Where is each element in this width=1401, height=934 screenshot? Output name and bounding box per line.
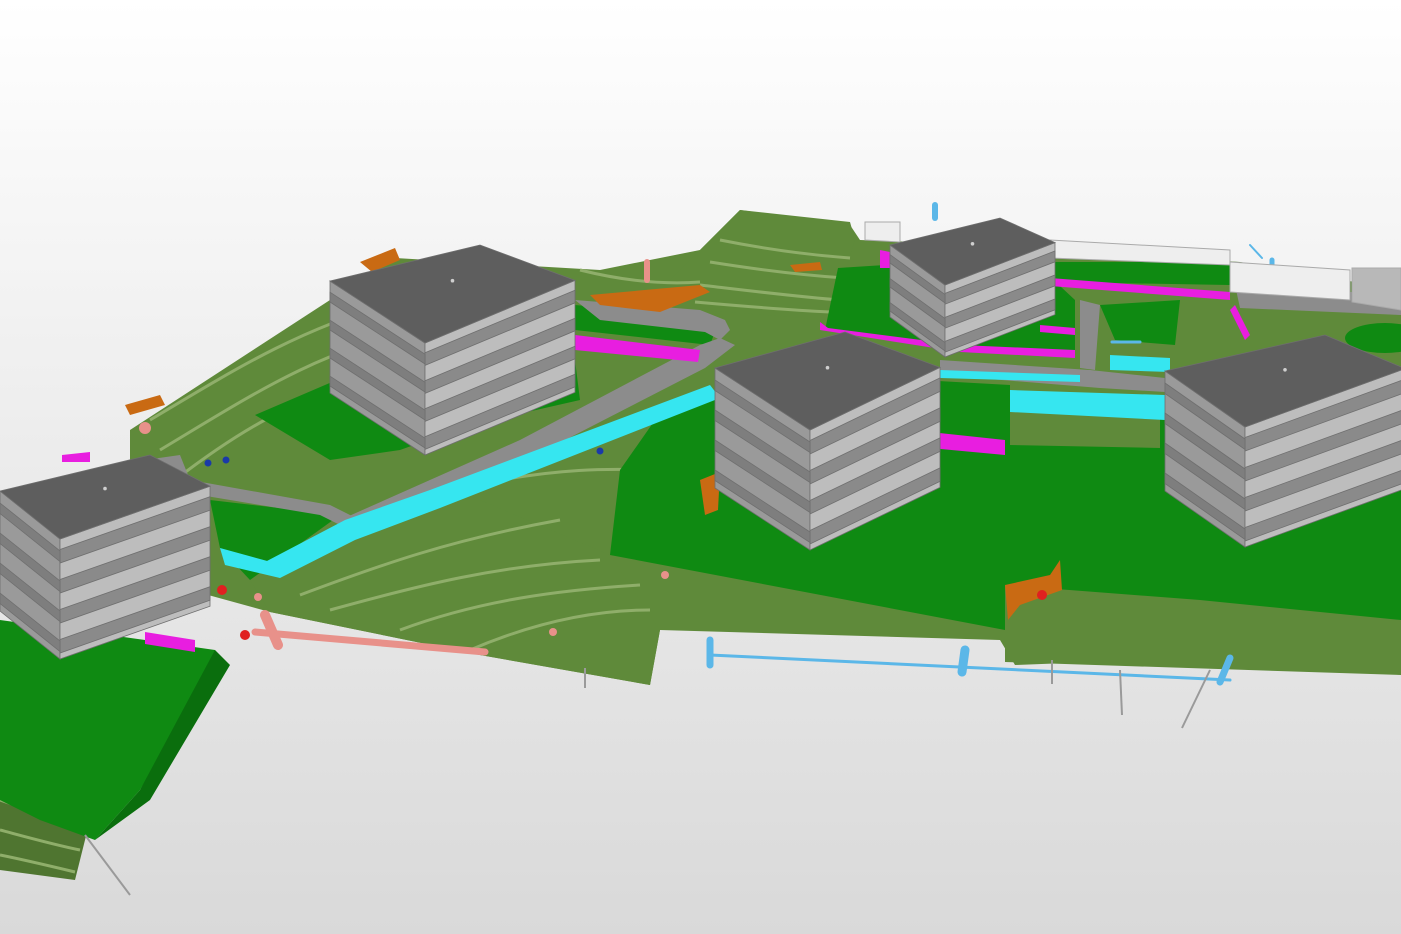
wall-north-court-side [880, 250, 890, 268]
boundary-wall-north [864, 221, 901, 243]
survey-marker-pink-2 [549, 628, 557, 636]
utility-pipe-water-riser-2 [957, 645, 970, 677]
site-model-scene[interactable] [0, 0, 1401, 934]
building-block-icon [103, 486, 107, 491]
survey-marker-blue-1 [204, 459, 212, 467]
building-block-icon [970, 242, 975, 246]
pile-1 [1119, 669, 1123, 716]
pile-4 [84, 834, 131, 896]
utility-pipe-sewer-riser [260, 610, 283, 650]
survey-marker-blue-2 [222, 456, 230, 464]
survey-marker-pink-3 [661, 571, 669, 579]
survey-marker-pink-4 [254, 593, 262, 601]
survey-marker-red-2 [240, 630, 250, 640]
boundary-garage-east [1351, 267, 1401, 311]
wall-west-edge [62, 452, 90, 462]
survey-marker-red-3 [1037, 590, 1047, 600]
building-block-icon [825, 365, 830, 370]
building-block-icon [450, 278, 455, 283]
survey-marker-blue-3 [596, 447, 604, 455]
bim-3d-viewport[interactable] [0, 0, 1401, 934]
utility-pipe-east-1 [1249, 244, 1263, 259]
building-west[interactable] [0, 454, 212, 660]
survey-marker-pink-1 [139, 422, 151, 434]
building-block-icon [1283, 368, 1287, 372]
survey-marker-red-1 [217, 585, 227, 595]
